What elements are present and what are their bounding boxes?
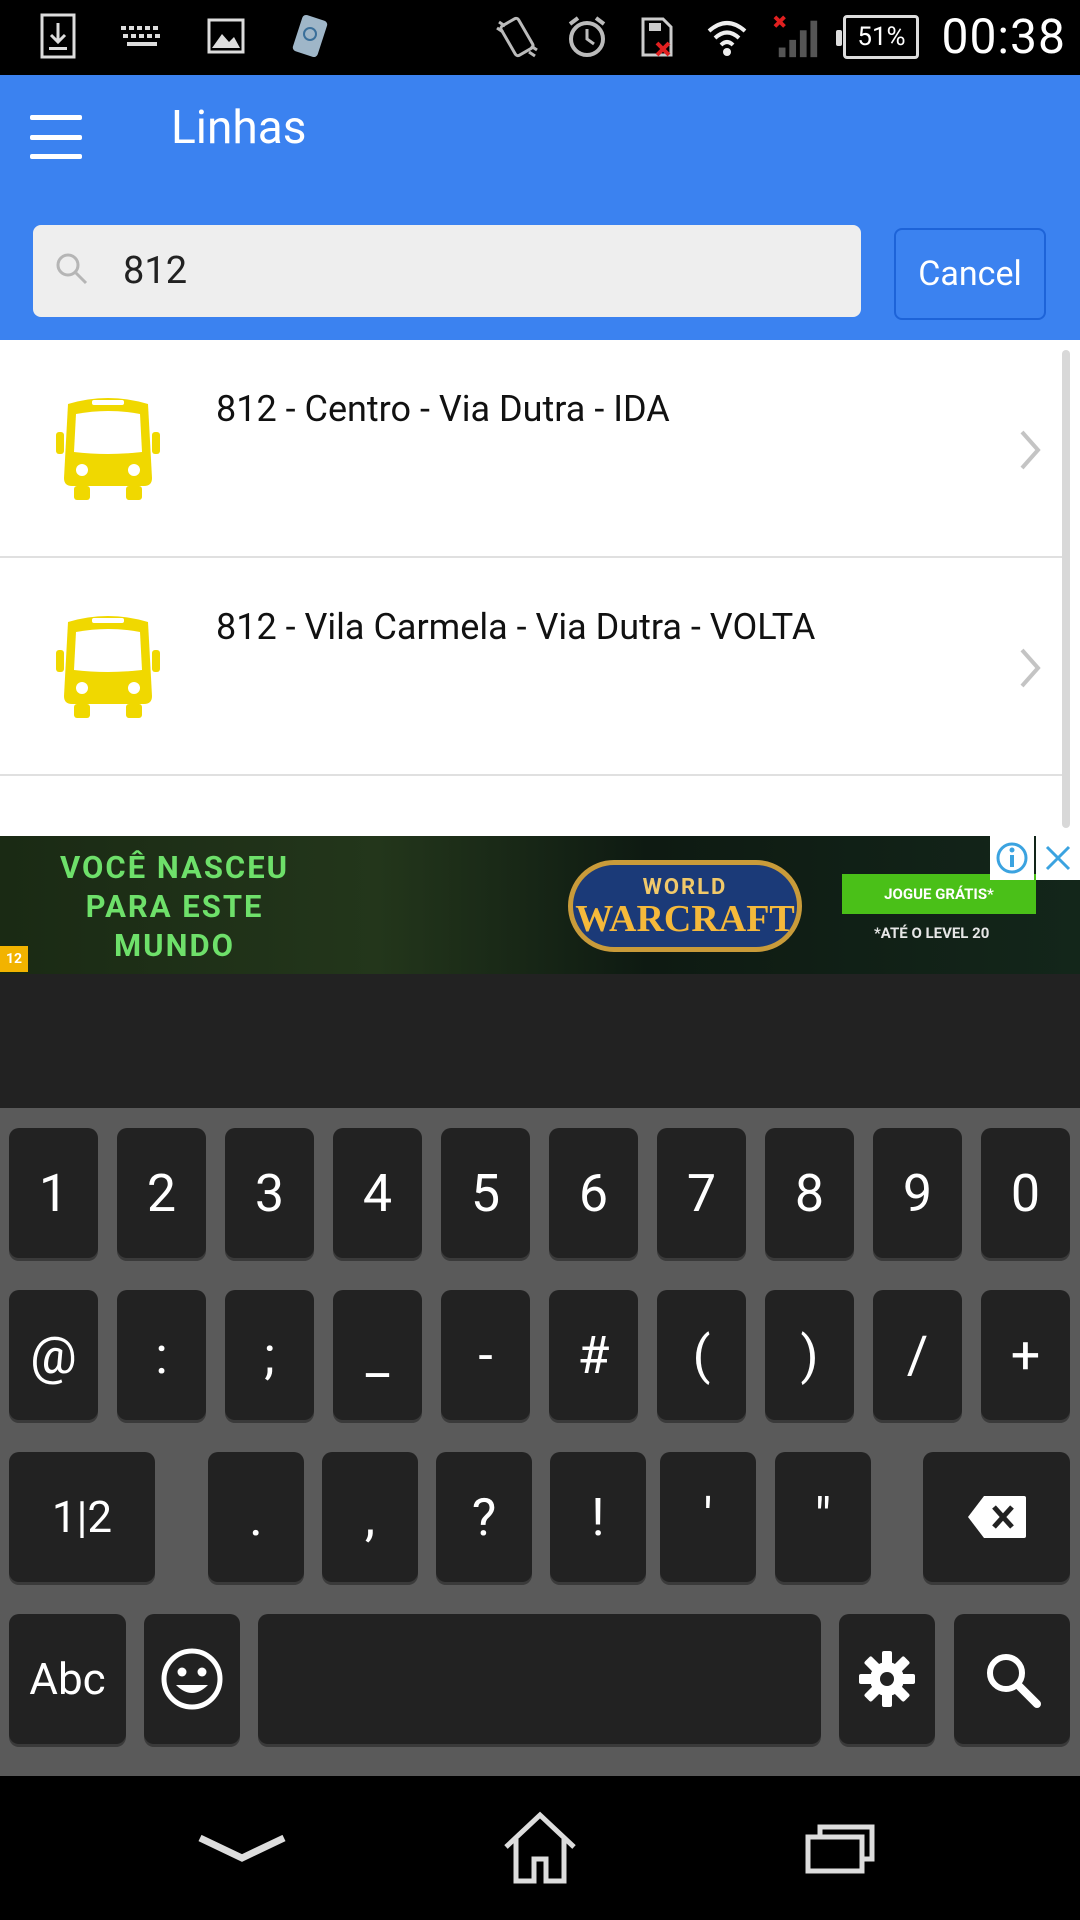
- alarm-icon: [563, 13, 611, 61]
- page-title: Linhas: [171, 101, 307, 155]
- key-5[interactable]: 5: [441, 1128, 530, 1258]
- emoji-icon: [161, 1648, 223, 1710]
- chevron-right-icon: [1020, 430, 1041, 470]
- bus-icon: [56, 398, 160, 500]
- bus-icon: [56, 616, 160, 718]
- key-hyphen[interactable]: -: [441, 1290, 530, 1420]
- search-key[interactable]: [954, 1614, 1070, 1744]
- vibrate-icon: [493, 13, 541, 61]
- key-quote[interactable]: ": [775, 1452, 871, 1582]
- home-icon: [504, 1811, 576, 1884]
- battery-indicator: 51%: [836, 14, 920, 59]
- search-icon: [56, 253, 88, 285]
- key-at[interactable]: @: [9, 1290, 98, 1420]
- key-4[interactable]: 4: [333, 1128, 422, 1258]
- image-notification-icon: [202, 12, 250, 60]
- key-plus[interactable]: +: [981, 1290, 1070, 1420]
- chevron-right-icon: [1020, 648, 1041, 688]
- app-bar: Linhas Cancel: [0, 75, 1080, 340]
- key-8[interactable]: 8: [765, 1128, 854, 1258]
- no-signal-icon: [773, 13, 821, 61]
- emoji-key[interactable]: [144, 1614, 240, 1744]
- ad-disclaimer: *ATÉ O LEVEL 20: [874, 924, 990, 942]
- key-question[interactable]: ?: [436, 1452, 532, 1582]
- ad-logo: WORLD WARCRAFT: [568, 860, 802, 952]
- scrollbar[interactable]: [1062, 350, 1070, 828]
- list-item[interactable]: 812 - Vila Carmela - Via Dutra - VOLTA: [0, 558, 1062, 776]
- key-period[interactable]: .: [208, 1452, 304, 1582]
- search-field[interactable]: [33, 225, 861, 317]
- key-colon[interactable]: :: [117, 1290, 206, 1420]
- key-semicolon[interactable]: ;: [225, 1290, 314, 1420]
- settings-key[interactable]: [839, 1614, 935, 1744]
- navigation-bar: [0, 1776, 1080, 1920]
- cancel-button[interactable]: Cancel: [894, 228, 1046, 320]
- menu-icon[interactable]: [30, 115, 82, 159]
- sd-card-error-icon: [633, 13, 681, 61]
- ad-info-icon[interactable]: [990, 836, 1034, 880]
- recent-apps-icon: [805, 1824, 875, 1874]
- key-close-paren[interactable]: ): [765, 1290, 854, 1420]
- abc-key[interactable]: Abc: [9, 1614, 126, 1744]
- symbols-page-toggle[interactable]: 1|2: [9, 1452, 155, 1582]
- home-button[interactable]: [490, 1806, 590, 1890]
- key-exclamation[interactable]: !: [550, 1452, 646, 1582]
- key-7[interactable]: 7: [657, 1128, 746, 1258]
- keyboard-notification-icon: [118, 12, 166, 60]
- list-item[interactable]: 812 - Centro - Via Dutra - IDA: [0, 340, 1062, 558]
- key-open-paren[interactable]: (: [657, 1290, 746, 1420]
- gear-icon: [859, 1651, 915, 1707]
- chevron-down-icon: [198, 1834, 286, 1862]
- key-underscore[interactable]: _: [333, 1290, 422, 1420]
- key-6[interactable]: 6: [549, 1128, 638, 1258]
- status-bar: 51% 00:38: [0, 0, 1080, 75]
- key-2[interactable]: 2: [117, 1128, 206, 1258]
- line-name: 812 - Centro - Via Dutra - IDA: [216, 388, 670, 430]
- key-3[interactable]: 3: [225, 1128, 314, 1258]
- age-rating-badge: 12: [0, 946, 28, 972]
- key-apostrophe[interactable]: ': [660, 1452, 756, 1582]
- space-key[interactable]: [258, 1614, 821, 1744]
- download-notification-icon: [34, 12, 82, 60]
- clock: 00:38: [941, 8, 1066, 65]
- app-notification-icon: [286, 12, 334, 60]
- backspace-icon: [967, 1496, 1026, 1538]
- search-input[interactable]: [123, 225, 843, 317]
- search-icon: [987, 1654, 1041, 1708]
- ad-banner[interactable]: VOCÊ NASCEU PARA ESTE MUNDO WORLD WARCRA…: [0, 836, 1080, 974]
- suggestion-strip: [0, 974, 1080, 1108]
- key-hash[interactable]: #: [549, 1290, 638, 1420]
- recent-apps-button[interactable]: [790, 1806, 890, 1890]
- backspace-key[interactable]: [923, 1452, 1070, 1582]
- ad-headline: VOCÊ NASCEU PARA ESTE MUNDO: [60, 849, 290, 964]
- key-1[interactable]: 1: [9, 1128, 98, 1258]
- ad-close-icon[interactable]: [1036, 836, 1080, 880]
- keyboard: 1 2 3 4 5 6 7 8 9 0 @ : ; _ - # ( ) / + …: [0, 974, 1080, 1776]
- back-button[interactable]: [192, 1806, 292, 1890]
- ad-cta-button[interactable]: JOGUE GRÁTIS*: [842, 874, 1036, 914]
- results-list: 812 - Centro - Via Dutra - IDA 812 - Vil…: [0, 340, 1080, 836]
- key-comma[interactable]: ,: [322, 1452, 418, 1582]
- key-9[interactable]: 9: [873, 1128, 962, 1258]
- key-0[interactable]: 0: [981, 1128, 1070, 1258]
- key-slash[interactable]: /: [873, 1290, 962, 1420]
- wifi-icon: [703, 13, 751, 61]
- line-name: 812 - Vila Carmela - Via Dutra - VOLTA: [216, 606, 816, 648]
